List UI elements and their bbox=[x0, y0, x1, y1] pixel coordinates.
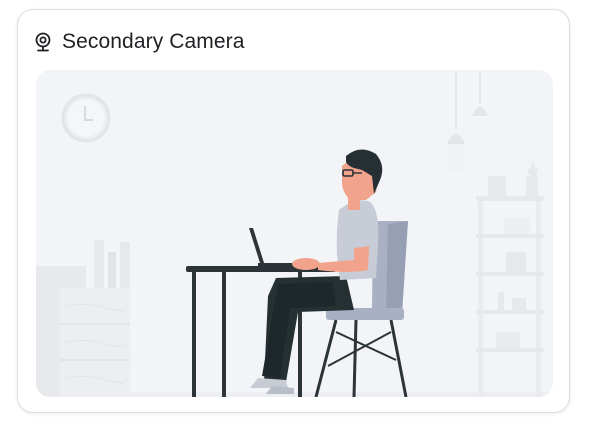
card-header: Secondary Camera bbox=[34, 26, 245, 58]
drawer-cabinet bbox=[36, 240, 130, 397]
bookshelf bbox=[476, 160, 544, 397]
ceiling-lamps bbox=[447, 70, 488, 172]
camera-card: Secondary Camera bbox=[17, 9, 570, 413]
card-title: Secondary Camera bbox=[62, 30, 245, 53]
clock-icon bbox=[61, 93, 111, 143]
camera-feed-image bbox=[36, 70, 553, 397]
webcam-icon bbox=[34, 32, 52, 52]
